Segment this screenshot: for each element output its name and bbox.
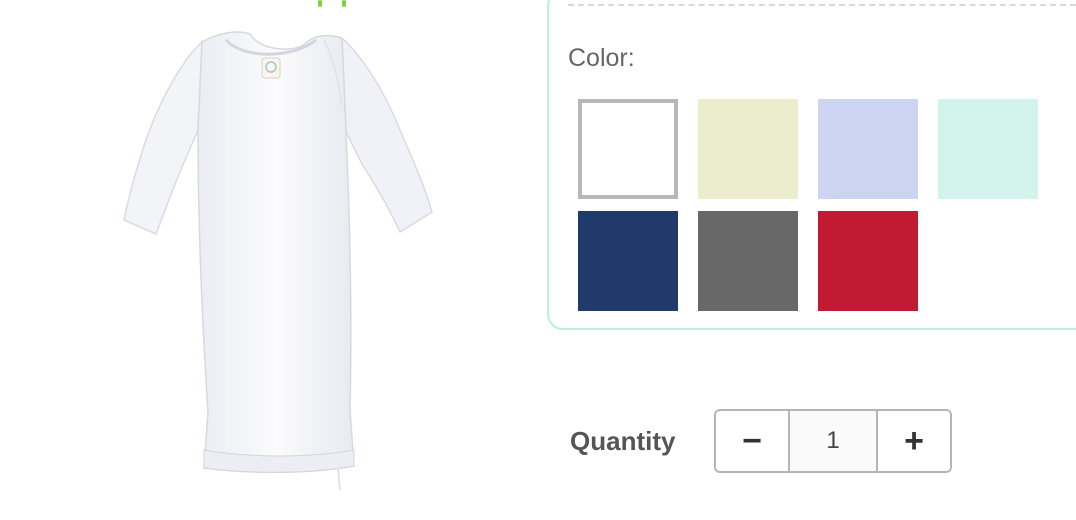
color-label: Color: xyxy=(568,44,635,72)
decorative-accent xyxy=(318,0,346,7)
swatch-gray[interactable] xyxy=(698,211,798,311)
quantity-stepper: − 1 + xyxy=(714,409,952,473)
product-image xyxy=(123,31,433,491)
quantity-value[interactable]: 1 xyxy=(788,411,878,471)
swatch-lavender[interactable] xyxy=(818,99,918,199)
swatch-mint[interactable] xyxy=(938,99,1038,199)
quantity-label: Quantity xyxy=(570,426,676,456)
swatch-navy[interactable] xyxy=(578,211,678,311)
swatch-red[interactable] xyxy=(818,211,918,311)
swatch-white[interactable] xyxy=(578,99,678,199)
swatch-cream[interactable] xyxy=(698,99,798,199)
increase-quantity-button[interactable]: + xyxy=(878,411,950,471)
divider xyxy=(568,4,1076,6)
decrease-quantity-button[interactable]: − xyxy=(716,411,788,471)
